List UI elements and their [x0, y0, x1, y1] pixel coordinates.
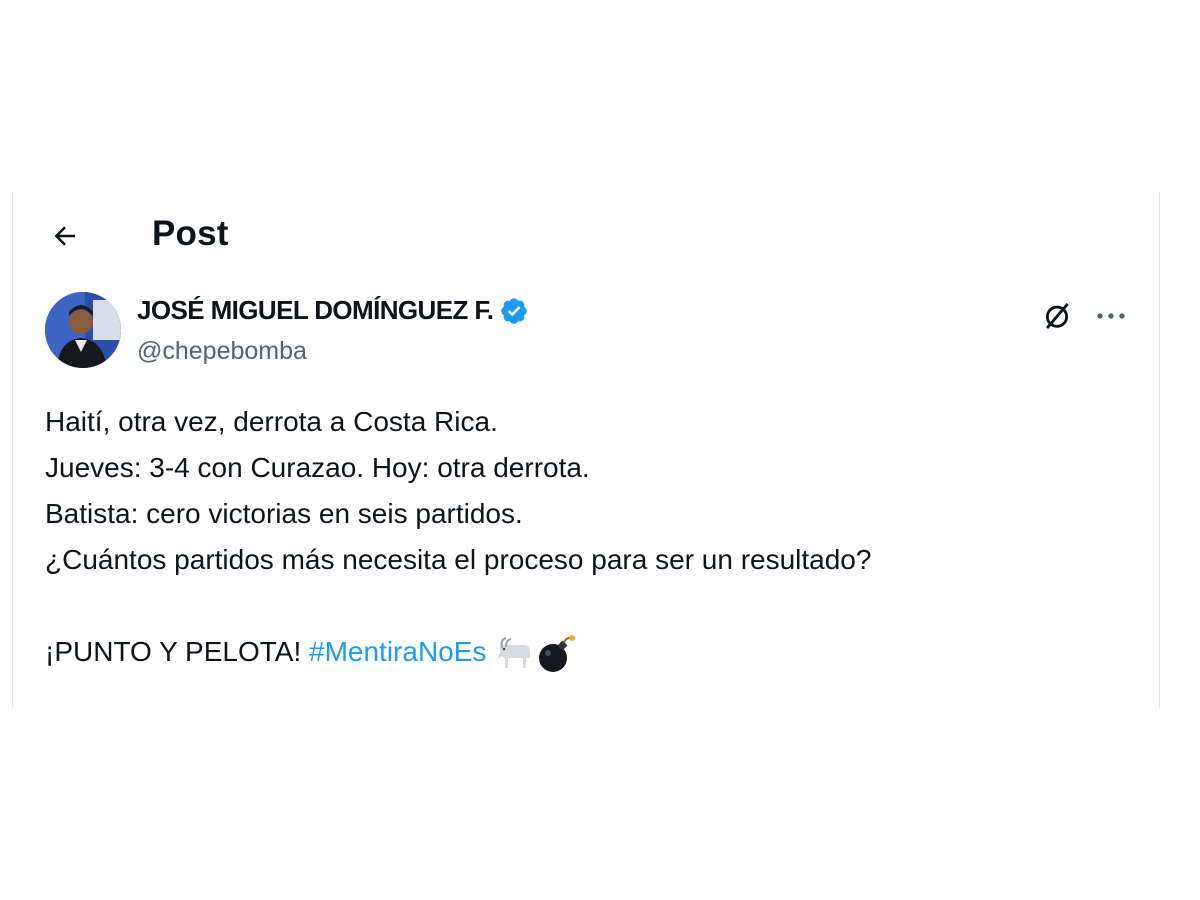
post-line: Haití, otra vez, derrota a Costa Rica. [45, 406, 498, 437]
post-text: Haití, otra vez, derrota a Costa Rica. J… [45, 399, 1135, 675]
grok-button[interactable] [1037, 296, 1077, 336]
closing-text: ¡PUNTO Y PELOTA! [45, 636, 310, 667]
post-line: ¿Cuántos partidos más necesita el proces… [45, 544, 872, 575]
bomb-emoji-icon [539, 634, 576, 672]
post-card: Post JOSÉ MIGUEL DOMÍNGUEZ F. @chepebomb… [12, 192, 1160, 708]
author-name[interactable]: JOSÉ MIGUEL DOMÍNGUEZ F. [137, 295, 494, 326]
author-name-row[interactable]: JOSÉ MIGUEL DOMÍNGUEZ F. [137, 295, 529, 326]
more-button[interactable] [1089, 296, 1133, 336]
author-handle[interactable]: @chepebomba [137, 337, 307, 366]
grok-icon [1045, 303, 1069, 329]
page-title: Post [152, 214, 229, 253]
post-line: Batista: cero victorias en seis partidos… [45, 498, 523, 529]
line-spacer [45, 583, 1135, 629]
avatar-image [45, 292, 121, 368]
back-button[interactable] [47, 218, 83, 254]
top-bar: Post [13, 192, 1159, 284]
post-closing-line: ¡PUNTO Y PELOTA! #MentiraNoEs [45, 629, 1135, 675]
goat-emoji-icon [498, 636, 531, 668]
verified-badge-icon [501, 297, 528, 324]
hashtag-link[interactable]: #MentiraNoEs [309, 636, 486, 667]
arrow-left-icon [54, 226, 75, 246]
avatar[interactable] [45, 292, 121, 368]
more-horizontal-icon [1097, 313, 1125, 319]
post-line: Jueves: 3-4 con Curazao. Hoy: otra derro… [45, 452, 590, 483]
